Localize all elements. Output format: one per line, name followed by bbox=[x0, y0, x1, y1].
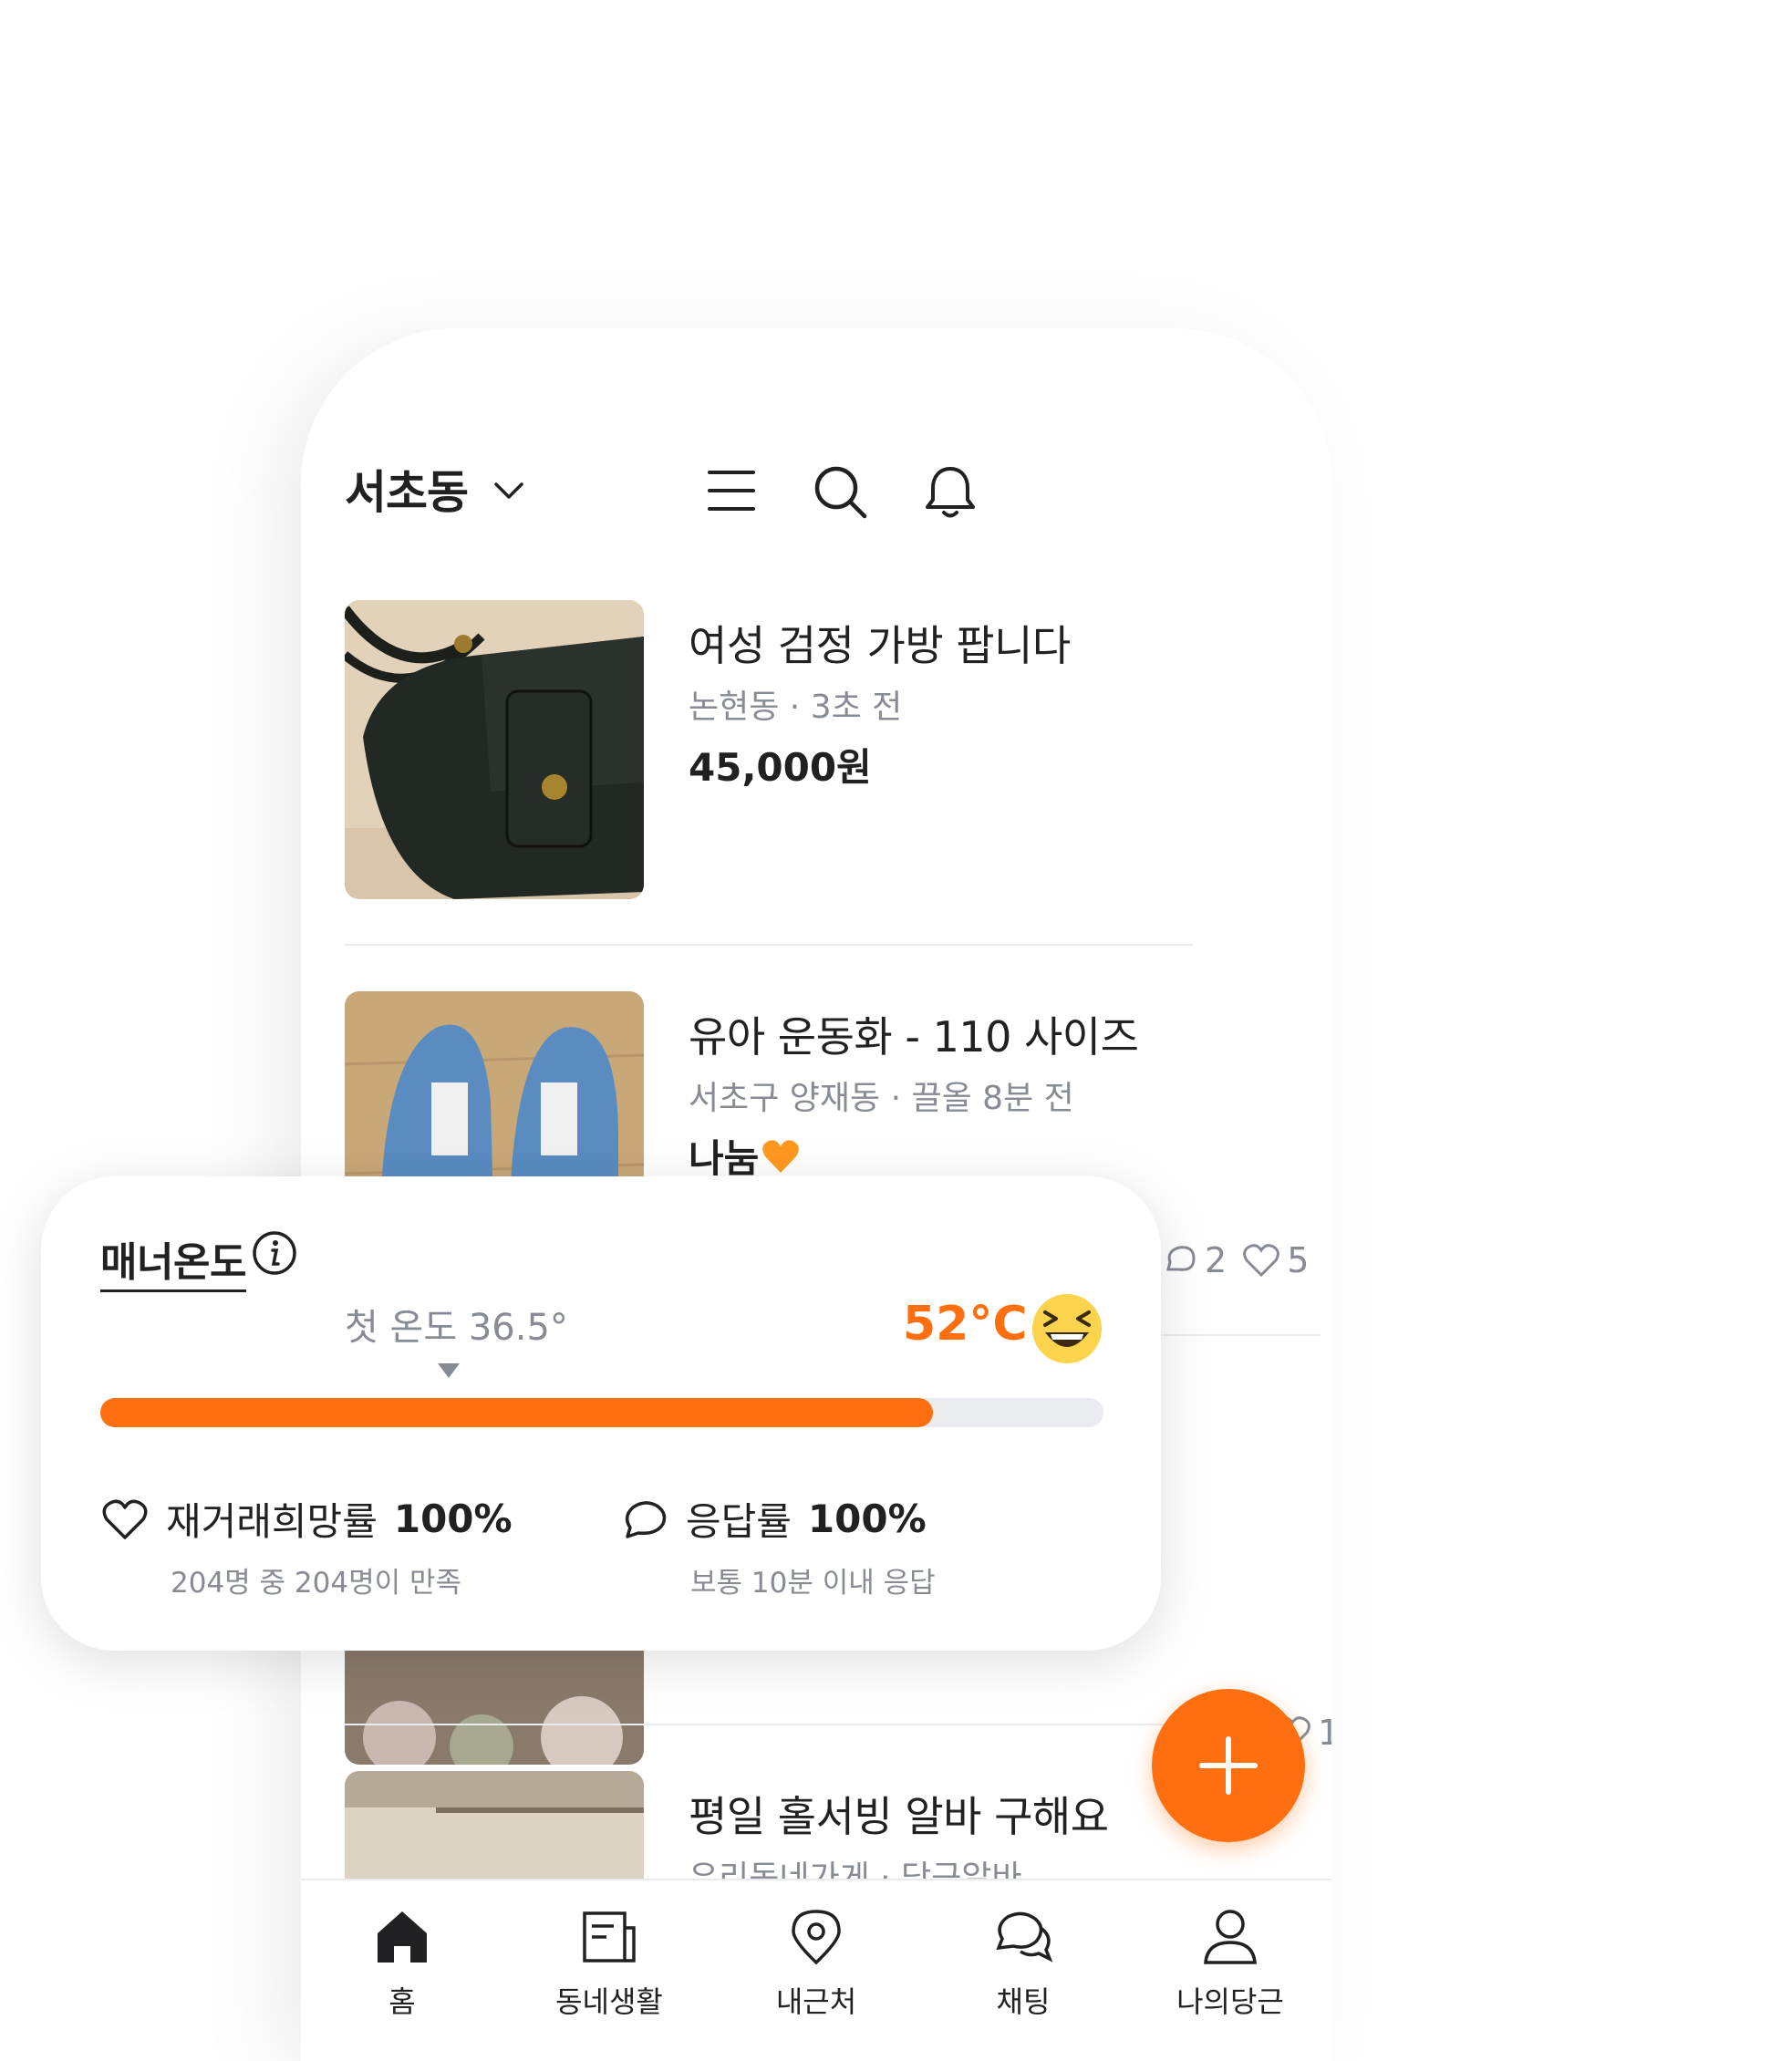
item-price: 나눔 bbox=[689, 1136, 760, 1181]
tab-home[interactable]: 홈 bbox=[320, 1906, 484, 2021]
menu-icon[interactable] bbox=[704, 463, 759, 518]
item-title: 여성 검정 가방 팝니다 bbox=[689, 621, 1071, 670]
location-pin-icon bbox=[792, 1910, 841, 1965]
rehire-value: 100% bbox=[393, 1497, 513, 1541]
manner-title: 매너온도 bbox=[100, 1229, 246, 1292]
speech-bubble-icon bbox=[625, 1500, 667, 1538]
manner-temperature-card: 매너온도 첫 온도 36.5° 52°C 재거래희망률 100% 204명 중 … bbox=[41, 1176, 1161, 1651]
add-post-button[interactable] bbox=[1152, 1689, 1305, 1842]
divider bbox=[345, 1724, 1257, 1725]
tab-label: 홈 bbox=[388, 1984, 416, 2019]
chat-bubble-icon bbox=[1166, 1246, 1196, 1271]
info-icon[interactable] bbox=[251, 1229, 298, 1277]
like-count: 5 bbox=[1287, 1240, 1310, 1280]
product-thumbnail-bag bbox=[345, 600, 644, 899]
tab-label: 나의당근 bbox=[1176, 1984, 1284, 2019]
chevron-down-icon[interactable] bbox=[491, 472, 527, 509]
orange-heart-icon bbox=[762, 1139, 800, 1173]
rehire-label: 재거래희망률 bbox=[166, 1499, 378, 1544]
like-count: 1 bbox=[1318, 1713, 1331, 1753]
temperature-bar-fill bbox=[100, 1398, 933, 1427]
response-label: 응답률 bbox=[686, 1499, 792, 1544]
response-note: 보통 10분 이내 응답 bbox=[690, 1567, 936, 1600]
list-item[interactable]: 여성 검정 가방 팝니다 논현동 · 3초 전 45,000원 bbox=[345, 600, 1311, 901]
tab-chat[interactable]: 채팅 bbox=[941, 1906, 1105, 2021]
item-title: 평일 홀서빙 알바 구해요 bbox=[689, 1792, 1109, 1841]
home-icon bbox=[378, 1911, 427, 1963]
laughing-face-icon bbox=[1032, 1294, 1102, 1363]
rehire-note: 204명 중 204명이 만족 bbox=[171, 1567, 462, 1600]
item-title: 유아 운동화 - 110 사이즈 bbox=[689, 1012, 1139, 1062]
heart-icon bbox=[102, 1499, 148, 1539]
bottom-tab-bar: 홈 동네생활 내근처 채팅 나의당근 bbox=[301, 1879, 1331, 2061]
item-price: 45,000원 bbox=[689, 745, 872, 790]
item-stats: 2 5 bbox=[1163, 1240, 1309, 1280]
item-meta: 논현동 · 3초 전 bbox=[689, 689, 903, 726]
tab-label: 동네생활 bbox=[555, 1984, 663, 2019]
chat-icon bbox=[996, 1911, 1053, 1963]
newspaper-icon bbox=[583, 1911, 636, 1963]
tab-label: 채팅 bbox=[996, 1984, 1051, 2019]
first-temp-marker bbox=[438, 1363, 460, 1378]
response-value: 100% bbox=[807, 1497, 927, 1541]
tab-community[interactable]: 동네생활 bbox=[527, 1906, 691, 2021]
plus-icon bbox=[1199, 1736, 1258, 1795]
divider bbox=[345, 944, 1193, 946]
search-icon[interactable] bbox=[812, 463, 870, 522]
item-price-wrap: 나눔 bbox=[689, 1128, 801, 1184]
response-rate: 응답률 100% bbox=[620, 1491, 927, 1547]
temperature-bar bbox=[100, 1398, 1103, 1427]
rehire-rate: 재거래희망률 100% bbox=[100, 1491, 513, 1547]
person-icon bbox=[1204, 1910, 1257, 1964]
bell-icon[interactable] bbox=[923, 463, 978, 522]
item-meta: 서초구 양재동 · 끌올 8분 전 bbox=[689, 1080, 1074, 1117]
tab-nearby[interactable]: 내근처 bbox=[734, 1906, 898, 2021]
tab-label: 내근처 bbox=[775, 1984, 857, 2019]
tab-my-carrot[interactable]: 나의당근 bbox=[1148, 1906, 1312, 2021]
first-temperature: 첫 온도 36.5° bbox=[345, 1307, 568, 1349]
chat-count: 2 bbox=[1205, 1240, 1227, 1280]
location-selector[interactable]: 서초동 bbox=[345, 456, 469, 522]
heart-icon bbox=[1243, 1244, 1280, 1278]
temperature-value: 52°C bbox=[903, 1297, 1028, 1352]
